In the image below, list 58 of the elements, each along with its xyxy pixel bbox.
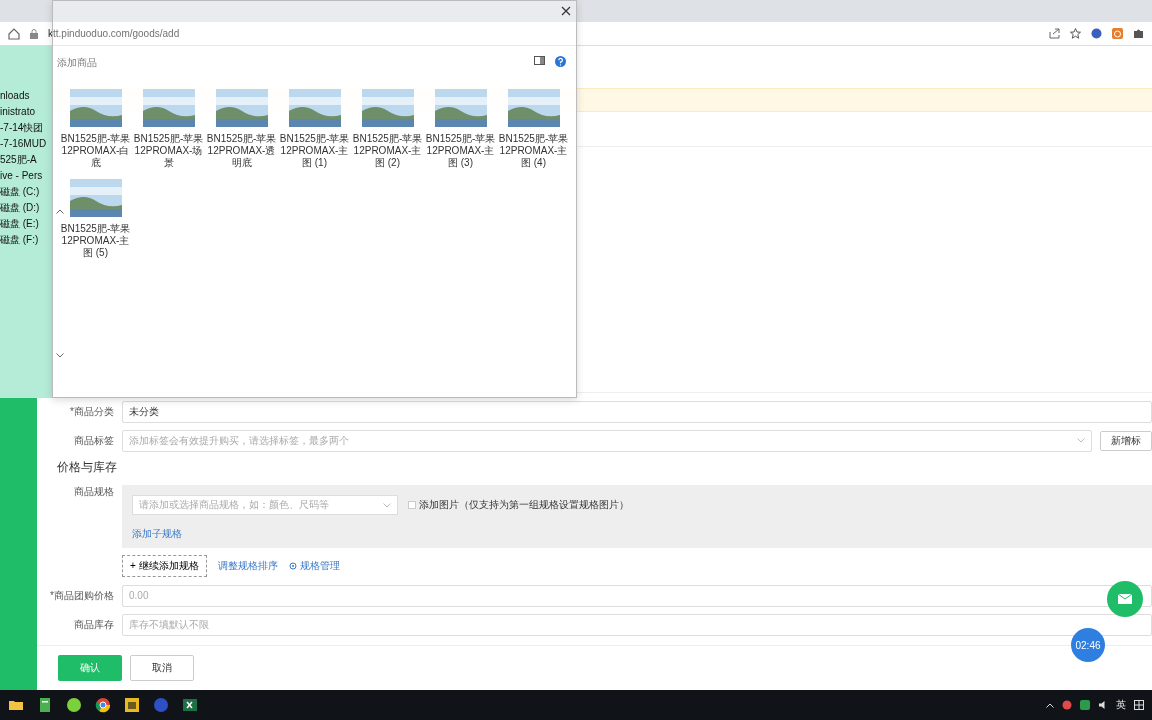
field-label: *商品分类 <box>69 404 114 419</box>
chevron-down-icon[interactable] <box>56 353 64 358</box>
file-name[interactable]: BN1525肥-苹果12PROMAX-主图 (4) <box>497 133 570 169</box>
nav-item[interactable]: 磁盘 (F:) <box>0 232 39 248</box>
document-icon[interactable] <box>37 697 53 713</box>
section-title: 价格与库存 <box>57 458 118 476</box>
nav-item[interactable]: 磁盘 (E:) <box>0 216 39 232</box>
placeholder-text: 请添加或选择商品规格，如：颜色、尺码等 <box>139 498 329 512</box>
spec-manage-link[interactable]: 规格管理 <box>299 559 340 573</box>
pane-icon[interactable] <box>534 56 545 65</box>
nav-item[interactable]: 磁盘 (C:) <box>0 184 40 200</box>
file-name[interactable]: BN1525肥-苹果12PROMAX-主图 (3) <box>424 133 497 169</box>
share-icon[interactable] <box>1049 28 1060 39</box>
file-name[interactable]: BN1525肥-苹果12PROMAX-主图 (2) <box>351 133 424 169</box>
sort-spec-link[interactable]: 调整规格排序 <box>217 559 278 573</box>
speaker-icon[interactable] <box>1098 700 1108 710</box>
home-icon[interactable] <box>8 27 20 40</box>
nav-item[interactable]: nloads <box>0 88 30 104</box>
category-field[interactable]: 未分类 <box>122 400 1152 423</box>
field-label: 商品标签 <box>73 433 114 448</box>
gear-icon <box>288 562 297 570</box>
close-icon[interactable] <box>560 5 572 17</box>
browser-icon[interactable] <box>95 697 111 713</box>
nav-item[interactable]: -7-14快团 <box>0 120 44 136</box>
lock-icon <box>30 28 38 39</box>
nav-item[interactable]: inistrato <box>0 104 35 120</box>
checkbox-label: 添加图片（仅支持为第一组规格设置规格图片） <box>419 498 629 512</box>
spreadsheet-icon[interactable] <box>182 697 198 713</box>
add-spec-button[interactable]: + 继续添加规格 <box>122 555 207 577</box>
field-label: *商品团购价格 <box>50 588 114 603</box>
url-text[interactable]: ktt.pinduoduo.com/goods/add <box>48 28 1039 39</box>
mail-icon <box>1118 594 1132 604</box>
placeholder-text: 添加标签会有效提升购买，请选择标签，最多两个 <box>129 433 349 448</box>
nav-item[interactable]: 525肥-A <box>0 152 37 168</box>
page-title: 添加商品 <box>57 56 97 70</box>
app-icon[interactable] <box>124 697 140 713</box>
help-icon[interactable] <box>555 56 566 67</box>
field-label: 商品规格 <box>73 485 114 499</box>
nav-item[interactable]: -7-16MUD <box>0 136 47 152</box>
file-name[interactable]: BN1525肥-苹果12PROMAX-主图 (1) <box>278 133 351 169</box>
cancel-button[interactable]: 取消 <box>130 655 194 681</box>
nav-item[interactable]: ive - Pers <box>0 168 43 184</box>
chevron-down-icon <box>383 502 391 508</box>
language-indicator[interactable]: 英 <box>1116 698 1126 712</box>
nav-item[interactable]: 磁盘 (D:) <box>0 200 40 216</box>
star-icon[interactable] <box>1070 28 1081 39</box>
file-name[interactable]: BN1525肥-苹果12PROMAX-场景 <box>132 133 205 169</box>
new-tag-button[interactable]: 新增标 <box>1100 430 1152 451</box>
checkbox[interactable] <box>408 501 416 509</box>
extension-icon[interactable] <box>1091 28 1102 39</box>
field-label: 商品库存 <box>73 617 114 632</box>
file-name[interactable]: BN1525肥-苹果12PROMAX-白底 <box>59 133 132 169</box>
file-name[interactable]: BN1525肥-苹果12PROMAX-透明底 <box>205 133 278 169</box>
file-name[interactable]: BN1525肥-苹果12PROMAX-主图 (5) <box>59 223 132 259</box>
chevron-down-icon <box>1077 438 1085 443</box>
add-sub-spec-link[interactable]: 添加子规格 <box>132 528 182 539</box>
keyboard-icon[interactable] <box>1134 700 1144 710</box>
app-icon[interactable] <box>66 697 82 713</box>
